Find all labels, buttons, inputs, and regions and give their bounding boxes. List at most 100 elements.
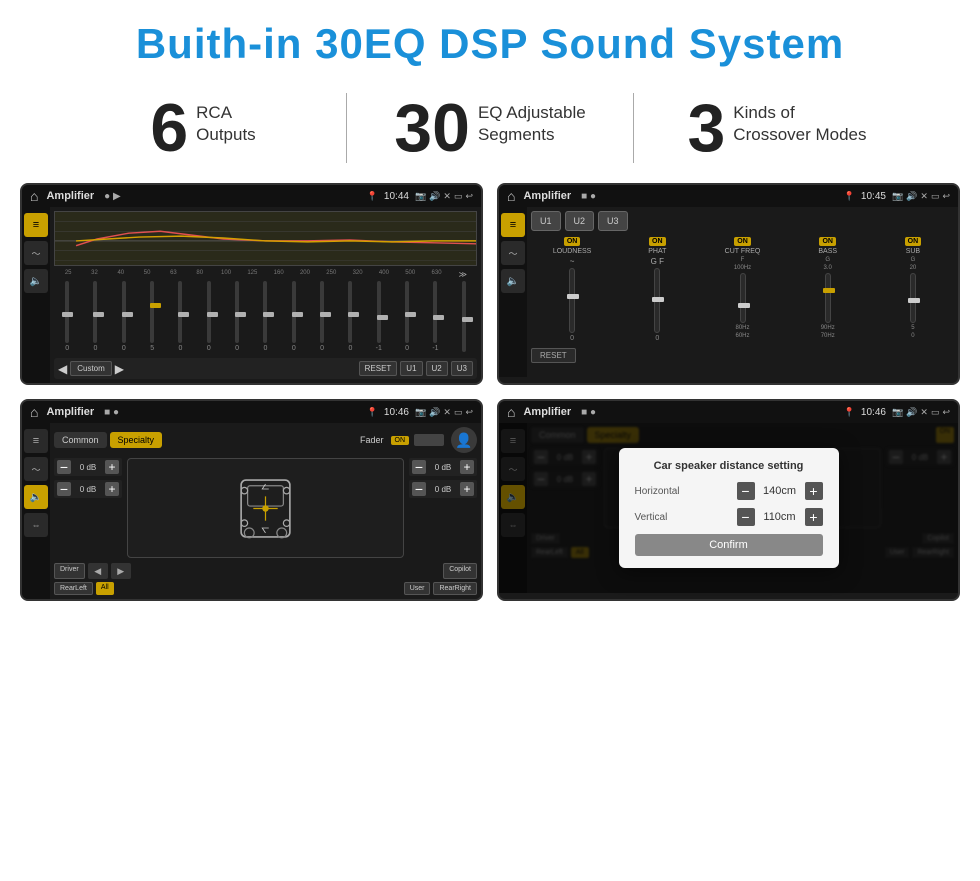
fader-nav-arrows[interactable]: ⇔ <box>24 513 48 537</box>
fader-nav-wave[interactable]: 〜 <box>24 457 48 481</box>
stat-crossover: 3 Kinds of Crossover Modes <box>634 94 920 162</box>
status-bar-4: ⌂ Amplifier ■ ● 📍 10:46 📷 🔊 ✕ ▭ ↩ <box>499 401 958 423</box>
btn-rearright[interactable]: RearRight <box>433 582 477 595</box>
dialog-vertical-plus[interactable]: + <box>805 508 823 526</box>
app-title-4: Amplifier <box>523 406 571 418</box>
arrows-icon: ⇔ <box>32 520 41 530</box>
slider-thumb-3[interactable] <box>150 303 161 308</box>
home-icon: ⌂ <box>30 188 38 204</box>
tab-common[interactable]: Common <box>54 432 107 448</box>
slider-thumb-2[interactable] <box>122 312 133 317</box>
speaker-icon-2: 🔈 <box>507 276 519 287</box>
amp-nav-eq[interactable]: ≡ <box>501 213 525 237</box>
eq-slider-7: 0 <box>252 281 278 352</box>
arrow-right-btn[interactable]: ▶ <box>111 563 131 579</box>
status-icons-3: 📷 🔊 ✕ ▭ ↩ <box>415 407 473 418</box>
fader-side-nav: ≡ 〜 🔈 ⇔ <box>22 423 50 599</box>
amp-nav-spk[interactable]: 🔈 <box>501 269 525 293</box>
ch-thumb-loudness[interactable] <box>567 294 579 299</box>
slider-thumb-0[interactable] <box>62 312 73 317</box>
confirm-button[interactable]: Confirm <box>635 534 823 556</box>
ch-g-sub: G <box>911 257 916 263</box>
fader-nav-spk[interactable]: 🔈 <box>24 485 48 509</box>
page-title: Buith-in 30EQ DSP Sound System <box>0 0 980 78</box>
amp-nav-wave[interactable]: 〜 <box>501 241 525 265</box>
slider-thumb-10[interactable] <box>348 312 359 317</box>
slider-thumb-13[interactable] <box>433 315 444 320</box>
stat-number-rca: 6 <box>150 94 188 162</box>
eq-nav-speaker[interactable]: 🔈 <box>24 269 48 293</box>
eq-nav-eq[interactable]: ≡ <box>24 213 48 237</box>
tab-specialty[interactable]: Specialty <box>110 432 163 448</box>
slider-thumb-12[interactable] <box>405 312 416 317</box>
db-plus-0[interactable]: + <box>105 460 119 474</box>
dialog-horizontal-minus[interactable]: − <box>737 482 755 500</box>
app-title-3: Amplifier <box>46 406 94 418</box>
db-plus-1[interactable]: + <box>105 482 119 496</box>
slider-thumb-11[interactable] <box>377 315 388 320</box>
fader-right-db: − 0 dB + − 0 dB + <box>409 458 477 558</box>
db-minus-2[interactable]: − <box>412 460 426 474</box>
db-minus-3[interactable]: − <box>412 482 426 496</box>
eq-nav-wave[interactable]: 〜 <box>24 241 48 265</box>
slider-thumb-1[interactable] <box>93 312 104 317</box>
ch-thumb-bass[interactable] <box>823 288 835 293</box>
eq-screen-body: ≡ 〜 🔈 <box>22 207 481 383</box>
ch-thumb-cutfreq[interactable] <box>738 303 750 308</box>
camera-icon-1: 📷 <box>415 191 426 202</box>
slider-thumb-5[interactable] <box>207 312 218 317</box>
eq-slider-12: 0 <box>394 281 420 352</box>
db-minus-0[interactable]: − <box>57 460 71 474</box>
dist-screen-body: ≡ 〜 🔈 ⇔ Common Specialty ON <box>499 423 958 593</box>
preset-u1[interactable]: U1 <box>531 211 561 231</box>
slider-thumb-9[interactable] <box>320 312 331 317</box>
eq-slider-11: -1 <box>366 281 392 352</box>
car-svg <box>233 466 298 551</box>
ch-thumb-phat[interactable] <box>652 297 664 302</box>
slider-thumb-6[interactable] <box>235 312 246 317</box>
eq-slider-0: 0 <box>54 281 80 352</box>
db-val-0: 0 dB <box>74 463 102 472</box>
db-minus-1[interactable]: − <box>57 482 71 496</box>
preset-u2[interactable]: U2 <box>565 211 595 231</box>
eq-slider-9: 0 <box>309 281 335 352</box>
fader-nav-eq[interactable]: ≡ <box>24 429 48 453</box>
u2-btn-1[interactable]: U2 <box>426 361 448 376</box>
arrow-left-btn[interactable]: ◀ <box>88 563 108 579</box>
home-icon-2: ⌂ <box>507 188 515 204</box>
eq-sliders-icon: ≡ <box>33 219 39 231</box>
btn-user[interactable]: User <box>404 582 431 595</box>
reset-btn-1[interactable]: RESET <box>359 361 398 376</box>
btn-driver[interactable]: Driver <box>54 563 85 579</box>
fader-slider-h[interactable] <box>414 434 444 446</box>
ch-gval-bass: G <box>825 257 830 263</box>
btn-copilot[interactable]: Copilot <box>443 563 477 579</box>
slider-thumb-4[interactable] <box>178 312 189 317</box>
stat-eq: 30 EQ Adjustable Segments <box>347 94 633 162</box>
db-control-1: − 0 dB + <box>54 480 122 498</box>
eq-slider-10: 0 <box>337 281 363 352</box>
btn-all[interactable]: All <box>96 582 114 595</box>
db-plus-3[interactable]: + <box>460 482 474 496</box>
dialog-horizontal-plus[interactable]: + <box>805 482 823 500</box>
preset-u3[interactable]: U3 <box>598 211 628 231</box>
slider-thumb-14[interactable] <box>462 317 473 322</box>
reset-btn-2[interactable]: RESET <box>531 348 576 363</box>
db-plus-2[interactable]: + <box>460 460 474 474</box>
u3-btn-1[interactable]: U3 <box>451 361 473 376</box>
slider-thumb-8[interactable] <box>292 312 303 317</box>
u1-btn-1[interactable]: U1 <box>400 361 422 376</box>
ch-track-bass <box>825 273 831 323</box>
stat-number-eq: 30 <box>394 94 470 162</box>
prev-icon[interactable]: ◀ <box>58 362 67 376</box>
ch-thumb-sub[interactable] <box>908 298 920 303</box>
dialog-vertical-control: − 110cm + <box>737 508 823 526</box>
status-icons-1: 📷 🔊 ✕ ▭ ↩ <box>415 191 473 202</box>
stats-row: 6 RCA Outputs 30 EQ Adjustable Segments … <box>0 78 980 183</box>
wave-icon-2: 〜 <box>508 247 517 260</box>
next-icon[interactable]: ▶ <box>115 362 124 376</box>
slider-thumb-7[interactable] <box>263 312 274 317</box>
btn-rearleft[interactable]: RearLeft <box>54 582 93 595</box>
distance-dialog: Car speaker distance setting Horizontal … <box>619 448 839 568</box>
dialog-vertical-minus[interactable]: − <box>737 508 755 526</box>
